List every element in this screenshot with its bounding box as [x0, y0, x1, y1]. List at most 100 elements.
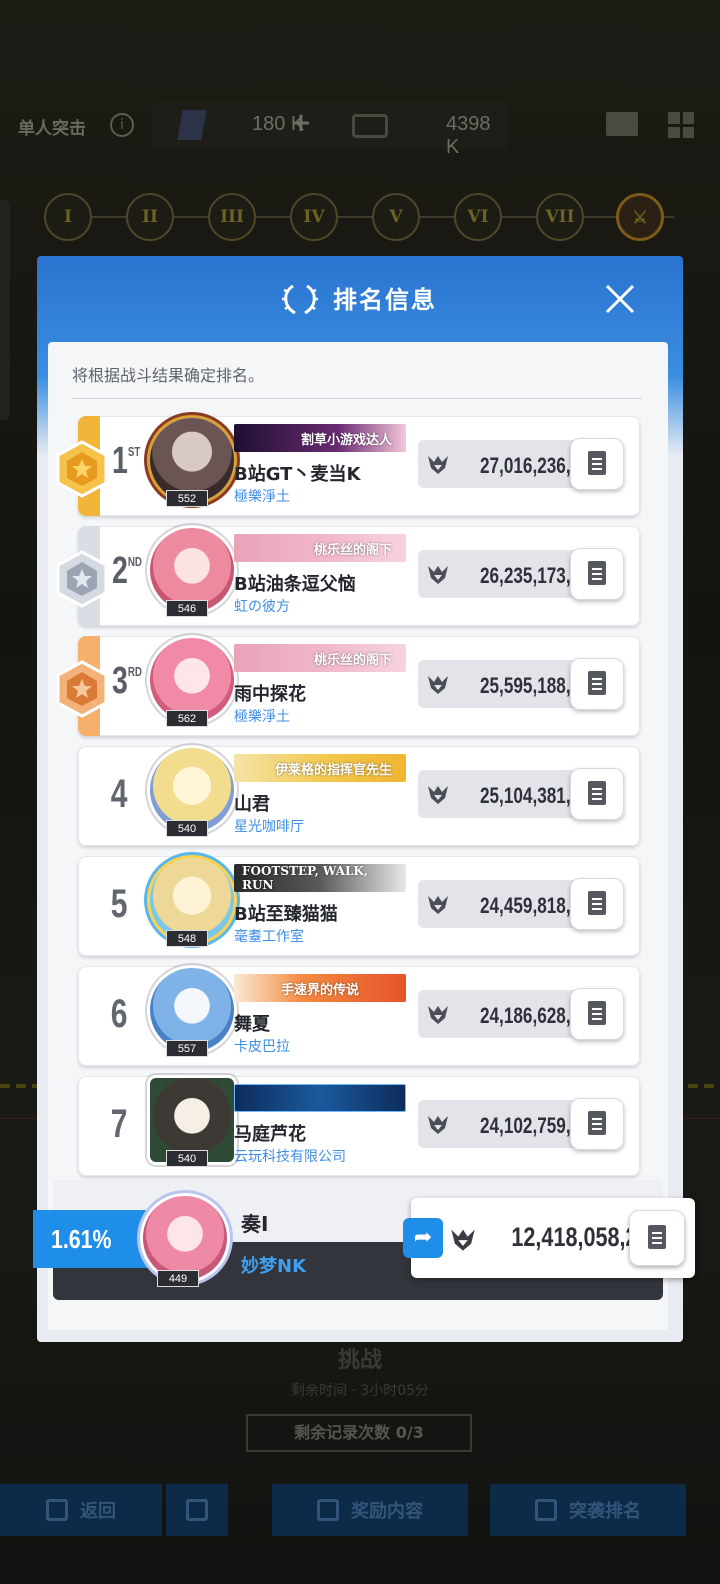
document-icon	[588, 561, 606, 585]
rewards-button[interactable]: 奖励内容	[272, 1484, 468, 1536]
ticket-icon	[352, 114, 388, 138]
stage-4[interactable]: IV	[290, 193, 338, 241]
detail-button[interactable]	[570, 438, 624, 490]
home-button[interactable]	[166, 1484, 228, 1536]
document-icon	[588, 671, 606, 695]
boss-stage-icon[interactable]: ⚔	[616, 193, 664, 241]
crest-icon	[428, 1116, 448, 1134]
crest-icon	[428, 456, 448, 474]
ranking-row-6[interactable]: 6 557 手速界的传说 舞夏 卡皮巴拉 24,186,628,758	[78, 966, 640, 1066]
detail-button[interactable]	[570, 548, 624, 600]
title-banner: 割草小游戏达人	[234, 424, 406, 452]
stage-3[interactable]: III	[208, 193, 256, 241]
guild-name: 毫耋工作室	[234, 929, 304, 945]
ranking-row-1[interactable]: 1ST 552 割草小游戏达人 B站GT丶麦当K 極樂淨土 27,016,236…	[56, 416, 640, 516]
title-banner: 桃乐丝的阁下	[234, 534, 406, 562]
guild-name: 極樂淨土	[234, 489, 290, 505]
my-rank-bar: 1.61% 449 奏I 妙梦NK ➦ 12,418,058,274	[33, 1180, 695, 1300]
rank-number: 1ST	[112, 440, 141, 482]
player-level: 552	[166, 490, 208, 507]
stage-1[interactable]: I	[44, 193, 92, 241]
stage-7[interactable]: VII	[536, 193, 584, 241]
rank-number: 7	[110, 1102, 128, 1146]
chest-icon	[317, 1499, 339, 1521]
ranking-row-5[interactable]: 5 548 FOOTSTEP, WALK, RUN B站至臻猫猫 毫耋工作室 2…	[78, 856, 640, 956]
bottom-nav: 返回 奖励内容 突袭排名	[0, 1484, 720, 1540]
close-icon[interactable]	[603, 282, 637, 316]
rank-number: 4	[110, 772, 128, 816]
exit-icon	[46, 1499, 68, 1521]
my-score-box: ➦ 12,418,058,274	[403, 1198, 695, 1278]
detail-button[interactable]	[570, 768, 624, 820]
stage-5[interactable]: V	[372, 193, 420, 241]
detail-button[interactable]	[570, 988, 624, 1040]
document-icon	[588, 1111, 606, 1135]
player-name: B站至臻猫猫	[234, 904, 338, 925]
title-banner: 伊莱格的指挥官先生	[234, 754, 406, 782]
rank-number: 2ND	[112, 550, 142, 592]
back-label: 返回	[80, 1501, 116, 1522]
share-icon[interactable]: ➦	[403, 1218, 443, 1258]
my-level: 449	[157, 1270, 199, 1287]
score-pill: 26,235,173,338	[418, 548, 624, 600]
modal-title: 排名信息	[333, 286, 437, 314]
ranking-row-7[interactable]: 7 540 马庭芦花 云玩科技有限公司 24,102,759,959	[78, 1076, 640, 1176]
crest-icon	[428, 676, 448, 694]
raid-ranking-label: 突袭排名	[569, 1501, 641, 1522]
my-player-name: 奏I	[241, 1212, 269, 1236]
resource-panel: 180 K + 4398 K	[152, 102, 508, 158]
stage-6[interactable]: VI	[454, 193, 502, 241]
silver-rank-badge-icon	[56, 550, 108, 608]
rank-number: 3RD	[112, 660, 142, 702]
rewards-label: 奖励内容	[351, 1501, 423, 1522]
player-level: 546	[166, 600, 208, 617]
challenge-label: 挑战	[337, 1348, 382, 1373]
percentile-badge: 1.61%	[33, 1210, 153, 1268]
guild-name: 虹の彼方	[234, 599, 290, 615]
medal-icon	[535, 1499, 557, 1521]
ranking-row-3[interactable]: 3RD 562 桃乐丝的阁下 雨中探花 極樂淨土 25,595,188,462	[56, 636, 640, 736]
score-value: 25,595,188,462	[479, 673, 600, 698]
crest-icon	[451, 1229, 475, 1251]
score-value: 24,459,818,694	[479, 893, 600, 918]
crest-icon	[428, 566, 448, 584]
add-resource-button[interactable]: +	[290, 108, 312, 138]
back-button[interactable]: 返回	[0, 1484, 162, 1536]
ranking-modal: 排名信息 将根据战斗结果确定排名。 1ST 552 割草小游戏达人 B站GT丶麦…	[33, 256, 695, 1342]
score-pill: 25,595,188,462	[418, 658, 624, 710]
detail-button[interactable]	[570, 1098, 624, 1150]
my-avatar	[143, 1196, 227, 1280]
my-detail-button[interactable]	[629, 1210, 685, 1266]
player-name: B站油条逗父恼	[234, 574, 356, 595]
modal-header: 排名信息	[37, 256, 683, 340]
player-name: 马庭芦花	[234, 1124, 306, 1145]
score-value: 27,016,236,178	[479, 453, 600, 478]
rank-number: 6	[110, 992, 128, 1036]
document-icon	[648, 1225, 666, 1249]
score-value: 24,102,759,959	[479, 1113, 600, 1138]
info-icon[interactable]: i	[110, 113, 134, 137]
player-level: 562	[166, 710, 208, 727]
rank-number: 5	[110, 882, 128, 926]
mail-icon[interactable]	[606, 112, 638, 136]
guild-name: 卡皮巴拉	[234, 1039, 290, 1055]
stage-2[interactable]: II	[126, 193, 174, 241]
resource2-value: 4398 K	[446, 113, 491, 158]
menu-grid-icon[interactable]	[668, 112, 694, 138]
score-value: 24,186,628,758	[479, 1003, 600, 1028]
player-name: 山君	[234, 794, 270, 815]
player-level: 540	[166, 1150, 208, 1167]
detail-button[interactable]	[570, 658, 624, 710]
crystal-icon	[177, 110, 207, 140]
ranking-notice: 将根据战斗结果确定排名。	[72, 366, 265, 385]
ranking-row-4[interactable]: 4 540 伊莱格的指挥官先生 山君 星光咖啡厅 25,104,381,445	[78, 746, 640, 846]
top-bar: 单人突击 i 180 K + 4398 K	[0, 100, 720, 158]
detail-button[interactable]	[570, 878, 624, 930]
score-pill: 24,102,759,959	[418, 1098, 624, 1150]
document-icon	[588, 451, 606, 475]
title-banner	[234, 1084, 406, 1112]
gold-rank-badge-icon	[56, 440, 108, 498]
ranking-row-2[interactable]: 2ND 546 桃乐丝的阁下 B站油条逗父恼 虹の彼方 26,235,173,3…	[56, 526, 640, 626]
raid-ranking-button[interactable]: 突袭排名	[490, 1484, 686, 1536]
title-banner: 桃乐丝的阁下	[234, 644, 406, 672]
